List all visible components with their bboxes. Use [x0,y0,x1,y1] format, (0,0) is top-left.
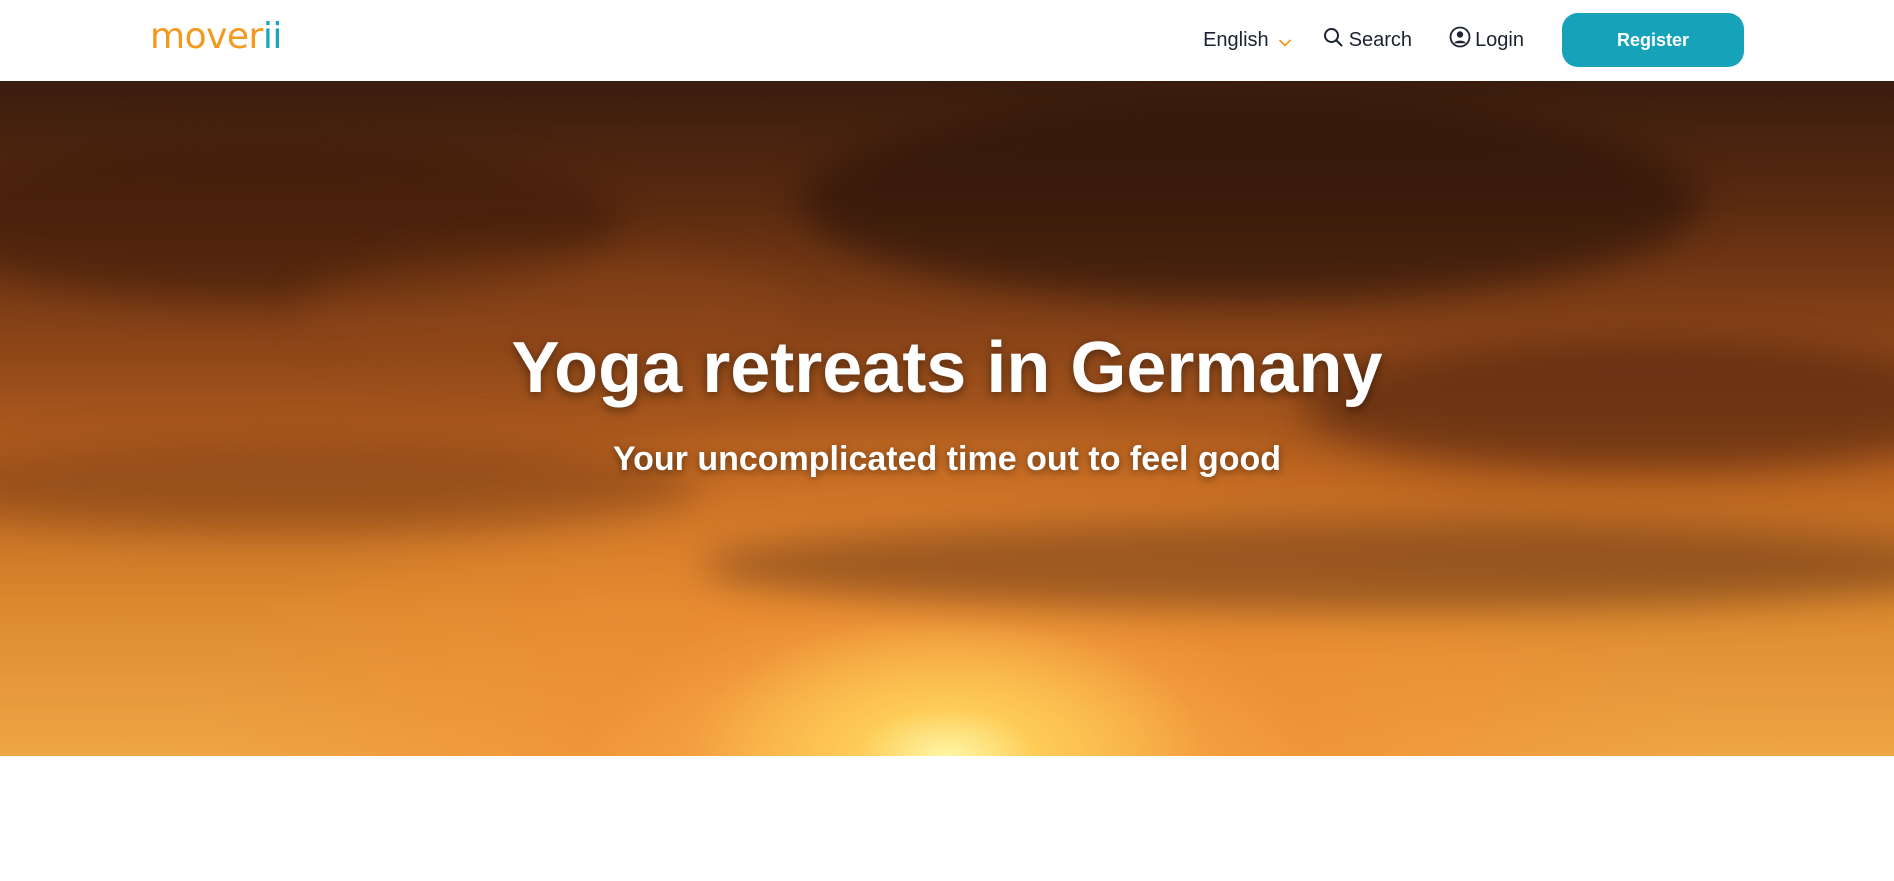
language-selector[interactable]: English [1203,28,1291,53]
moverii-logo[interactable]: moverii [150,16,282,58]
hero-cloud [800,101,1700,301]
logo-text-accent: ii [262,16,283,57]
hero-title: Yoga retreats in Germany [511,328,1383,408]
search-label: Search [1348,28,1413,51]
chevron-down-icon [1278,30,1291,53]
hero-subtitle: Your uncomplicated time out to feel good [612,440,1282,478]
logo-text-main: mover [150,16,263,57]
search-icon [1323,27,1343,53]
hero-cloud [700,521,1894,611]
user-circle-icon [1449,26,1471,54]
site-header: moverii English Search Login Register [0,0,1894,81]
main-nav: English Search Login Register [1203,13,1744,67]
login-link[interactable]: Login [1449,26,1524,54]
language-label: English [1203,28,1269,51]
login-label: Login [1475,28,1524,51]
search-link[interactable]: Search [1323,27,1412,53]
hero-banner: Yoga retreats in Germany Your uncomplica… [0,81,1894,756]
register-button[interactable]: Register [1562,13,1744,67]
